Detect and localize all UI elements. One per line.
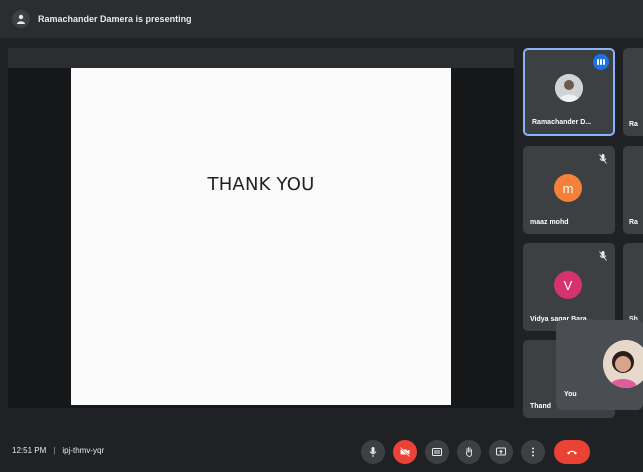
mic-icon: [369, 447, 377, 457]
end-call-icon: [567, 450, 577, 455]
presenter-icon: [12, 10, 30, 28]
participant-tile-ramachander[interactable]: Ramachander D...: [523, 48, 615, 136]
raise-hand-button[interactable]: [457, 440, 481, 464]
present-icon: [496, 447, 506, 456]
captions-icon: [432, 448, 442, 456]
participant-tile-maaz[interactable]: m maaz mohd: [523, 146, 615, 234]
self-avatar: [603, 340, 643, 388]
stage-band: [8, 48, 514, 68]
raise-hand-icon: [465, 447, 473, 457]
avatar: V: [554, 271, 582, 299]
avatar: [555, 74, 583, 102]
camera-off-icon: [399, 446, 411, 458]
presenting-banner: Ramachander Damera is presenting: [0, 0, 643, 38]
speaking-indicator-icon: [593, 54, 609, 70]
slide-title: THANK YOU: [207, 174, 315, 195]
participant-name: Thand: [530, 403, 551, 410]
participant-tile-cut-1[interactable]: Ra: [623, 48, 643, 136]
avatar: m: [554, 174, 582, 202]
participant-tile-cut-3[interactable]: Sh: [623, 243, 643, 331]
self-view[interactable]: You: [556, 320, 643, 410]
self-label: You: [564, 391, 577, 398]
end-call-button[interactable]: [554, 440, 590, 464]
meeting-screen: Ramachander Damera is presenting THANK Y…: [0, 0, 643, 472]
captions-button[interactable]: [425, 440, 449, 464]
mic-button[interactable]: [361, 440, 385, 464]
participant-name: Ra: [629, 219, 638, 226]
presenting-text: Ramachander Damera is presenting: [38, 14, 192, 24]
presentation-stage: THANK YOU: [8, 48, 514, 408]
camera-button[interactable]: [393, 440, 417, 464]
participant-name: Ra: [629, 121, 638, 128]
bottom-toolbar: 12:51 PM | ipj-thmv-yqr: [0, 432, 643, 472]
meeting-info: 12:51 PM | ipj-thmv-yqr: [12, 446, 104, 455]
mic-off-icon: [599, 251, 607, 261]
participant-name: maaz mohd: [530, 219, 569, 226]
participant-tile-vidya[interactable]: V Vidya sagar Bara...: [523, 243, 615, 331]
more-options-icon: [532, 447, 534, 457]
more-options-button[interactable]: [521, 440, 545, 464]
separator: |: [53, 446, 56, 455]
present-button[interactable]: [489, 440, 513, 464]
participant-name: Ramachander D...: [532, 119, 592, 126]
meeting-code: ipj-thmv-yqr: [62, 446, 105, 455]
mic-off-icon: [599, 154, 607, 164]
participant-tile-cut-2[interactable]: Ra: [623, 146, 643, 234]
presented-slide: THANK YOU: [71, 68, 451, 405]
clock-time: 12:51 PM: [12, 446, 47, 455]
